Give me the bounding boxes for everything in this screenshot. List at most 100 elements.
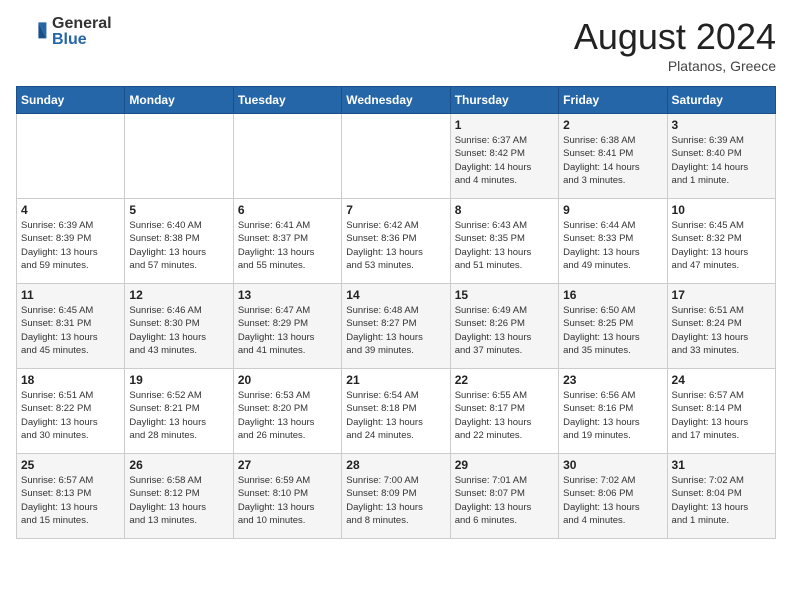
calendar-cell	[342, 114, 450, 199]
day-number: 30	[563, 458, 662, 472]
calendar-week-4: 18 Sunrise: 6:51 AM Sunset: 8:22 PM Dayli…	[17, 369, 776, 454]
day-header-wednesday: Wednesday	[342, 87, 450, 114]
calendar-cell: 18 Sunrise: 6:51 AM Sunset: 8:22 PM Dayli…	[17, 369, 125, 454]
day-info: Sunrise: 6:54 AM Sunset: 8:18 PM Dayligh…	[346, 389, 445, 442]
day-info: Sunrise: 7:02 AM Sunset: 8:04 PM Dayligh…	[672, 474, 771, 527]
day-info: Sunrise: 6:53 AM Sunset: 8:20 PM Dayligh…	[238, 389, 337, 442]
day-number: 26	[129, 458, 228, 472]
calendar-cell: 5 Sunrise: 6:40 AM Sunset: 8:38 PM Daylig…	[125, 199, 233, 284]
day-info: Sunrise: 6:51 AM Sunset: 8:22 PM Dayligh…	[21, 389, 120, 442]
day-info: Sunrise: 6:59 AM Sunset: 8:10 PM Dayligh…	[238, 474, 337, 527]
calendar-cell: 27 Sunrise: 6:59 AM Sunset: 8:10 PM Dayli…	[233, 454, 341, 539]
calendar-cell: 24Sunrise: 6:57 AM Sunset: 8:14 PM Dayli…	[667, 369, 775, 454]
calendar-week-2: 4 Sunrise: 6:39 AM Sunset: 8:39 PM Daylig…	[17, 199, 776, 284]
month-year: August 2024	[574, 16, 776, 58]
page-header: General Blue August 2024 Platanos, Greec…	[16, 16, 776, 74]
calendar-cell: 9Sunrise: 6:44 AM Sunset: 8:33 PM Daylig…	[559, 199, 667, 284]
day-number: 29	[455, 458, 554, 472]
day-number: 20	[238, 373, 337, 387]
day-number: 23	[563, 373, 662, 387]
day-number: 3	[672, 118, 771, 132]
day-header-monday: Monday	[125, 87, 233, 114]
day-number: 5	[129, 203, 228, 217]
calendar-week-3: 11 Sunrise: 6:45 AM Sunset: 8:31 PM Dayli…	[17, 284, 776, 369]
day-header-tuesday: Tuesday	[233, 87, 341, 114]
day-number: 22	[455, 373, 554, 387]
calendar-cell: 20 Sunrise: 6:53 AM Sunset: 8:20 PM Dayli…	[233, 369, 341, 454]
day-number: 15	[455, 288, 554, 302]
logo-text: General Blue	[52, 16, 112, 48]
calendar-cell: 14 Sunrise: 6:48 AM Sunset: 8:27 PM Dayli…	[342, 284, 450, 369]
calendar-cell: 15 Sunrise: 6:49 AM Sunset: 8:26 PM Dayli…	[450, 284, 558, 369]
day-header-saturday: Saturday	[667, 87, 775, 114]
calendar-cell: 25Sunrise: 6:57 AM Sunset: 8:13 PM Dayli…	[17, 454, 125, 539]
calendar-cell: 7 Sunrise: 6:42 AM Sunset: 8:36 PM Daylig…	[342, 199, 450, 284]
day-number: 19	[129, 373, 228, 387]
logo: General Blue	[16, 16, 112, 48]
calendar-cell: 11 Sunrise: 6:45 AM Sunset: 8:31 PM Dayli…	[17, 284, 125, 369]
day-number: 2	[563, 118, 662, 132]
day-number: 14	[346, 288, 445, 302]
calendar-cell: 8Sunrise: 6:43 AM Sunset: 8:35 PM Daylig…	[450, 199, 558, 284]
day-info: Sunrise: 6:48 AM Sunset: 8:27 PM Dayligh…	[346, 304, 445, 357]
logo-general: General	[52, 16, 112, 32]
day-info: Sunrise: 6:49 AM Sunset: 8:26 PM Dayligh…	[455, 304, 554, 357]
title-block: August 2024 Platanos, Greece	[574, 16, 776, 74]
day-info: Sunrise: 6:50 AM Sunset: 8:25 PM Dayligh…	[563, 304, 662, 357]
day-info: Sunrise: 6:37 AM Sunset: 8:42 PM Dayligh…	[455, 134, 554, 187]
day-number: 18	[21, 373, 120, 387]
calendar-cell: 22 Sunrise: 6:55 AM Sunset: 8:17 PM Dayli…	[450, 369, 558, 454]
day-info: Sunrise: 6:40 AM Sunset: 8:38 PM Dayligh…	[129, 219, 228, 272]
calendar-cell: 12Sunrise: 6:46 AM Sunset: 8:30 PM Dayli…	[125, 284, 233, 369]
day-number: 8	[455, 203, 554, 217]
calendar-week-5: 25Sunrise: 6:57 AM Sunset: 8:13 PM Dayli…	[17, 454, 776, 539]
calendar-cell: 10 Sunrise: 6:45 AM Sunset: 8:32 PM Dayli…	[667, 199, 775, 284]
day-info: Sunrise: 6:51 AM Sunset: 8:24 PM Dayligh…	[672, 304, 771, 357]
calendar-cell: 4 Sunrise: 6:39 AM Sunset: 8:39 PM Daylig…	[17, 199, 125, 284]
day-info: Sunrise: 6:47 AM Sunset: 8:29 PM Dayligh…	[238, 304, 337, 357]
day-header-sunday: Sunday	[17, 87, 125, 114]
day-info: Sunrise: 6:45 AM Sunset: 8:31 PM Dayligh…	[21, 304, 120, 357]
day-info: Sunrise: 6:56 AM Sunset: 8:16 PM Dayligh…	[563, 389, 662, 442]
day-number: 7	[346, 203, 445, 217]
calendar-cell	[125, 114, 233, 199]
day-info: Sunrise: 6:41 AM Sunset: 8:37 PM Dayligh…	[238, 219, 337, 272]
day-number: 27	[238, 458, 337, 472]
calendar-cell: 21Sunrise: 6:54 AM Sunset: 8:18 PM Dayli…	[342, 369, 450, 454]
days-header-row: SundayMondayTuesdayWednesdayThursdayFrid…	[17, 87, 776, 114]
day-info: Sunrise: 6:45 AM Sunset: 8:32 PM Dayligh…	[672, 219, 771, 272]
day-info: Sunrise: 6:42 AM Sunset: 8:36 PM Dayligh…	[346, 219, 445, 272]
day-number: 13	[238, 288, 337, 302]
location: Platanos, Greece	[574, 58, 776, 74]
day-number: 6	[238, 203, 337, 217]
day-info: Sunrise: 6:39 AM Sunset: 8:40 PM Dayligh…	[672, 134, 771, 187]
calendar-cell: 29Sunrise: 7:01 AM Sunset: 8:07 PM Dayli…	[450, 454, 558, 539]
day-info: Sunrise: 7:00 AM Sunset: 8:09 PM Dayligh…	[346, 474, 445, 527]
day-number: 24	[672, 373, 771, 387]
calendar-cell	[233, 114, 341, 199]
day-number: 1	[455, 118, 554, 132]
day-number: 12	[129, 288, 228, 302]
calendar-table: SundayMondayTuesdayWednesdayThursdayFrid…	[16, 86, 776, 539]
logo-blue: Blue	[52, 32, 112, 48]
calendar-cell: 31 Sunrise: 7:02 AM Sunset: 8:04 PM Dayli…	[667, 454, 775, 539]
calendar-cell: 30Sunrise: 7:02 AM Sunset: 8:06 PM Dayli…	[559, 454, 667, 539]
day-number: 17	[672, 288, 771, 302]
calendar-cell	[17, 114, 125, 199]
day-number: 4	[21, 203, 120, 217]
day-number: 11	[21, 288, 120, 302]
calendar-cell: 28 Sunrise: 7:00 AM Sunset: 8:09 PM Dayli…	[342, 454, 450, 539]
day-number: 25	[21, 458, 120, 472]
day-number: 31	[672, 458, 771, 472]
logo-icon	[16, 16, 48, 48]
calendar-cell: 3 Sunrise: 6:39 AM Sunset: 8:40 PM Daylig…	[667, 114, 775, 199]
day-info: Sunrise: 6:39 AM Sunset: 8:39 PM Dayligh…	[21, 219, 120, 272]
day-number: 10	[672, 203, 771, 217]
calendar-cell: 19Sunrise: 6:52 AM Sunset: 8:21 PM Dayli…	[125, 369, 233, 454]
calendar-cell: 23 Sunrise: 6:56 AM Sunset: 8:16 PM Dayli…	[559, 369, 667, 454]
day-header-thursday: Thursday	[450, 87, 558, 114]
day-info: Sunrise: 6:55 AM Sunset: 8:17 PM Dayligh…	[455, 389, 554, 442]
day-info: Sunrise: 6:58 AM Sunset: 8:12 PM Dayligh…	[129, 474, 228, 527]
day-number: 28	[346, 458, 445, 472]
calendar-cell: 13 Sunrise: 6:47 AM Sunset: 8:29 PM Dayli…	[233, 284, 341, 369]
